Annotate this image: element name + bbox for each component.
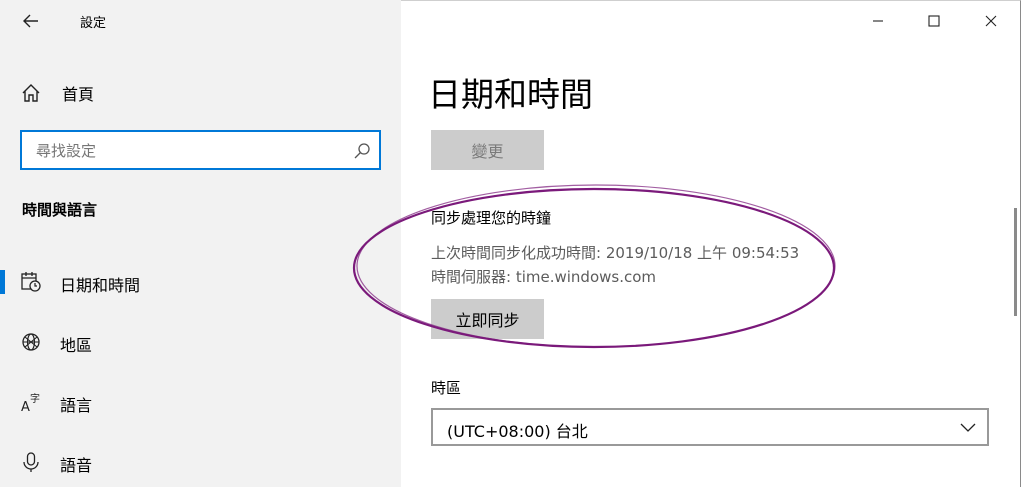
page-title: 日期和時間 [428, 75, 593, 114]
svg-text:字: 字 [30, 392, 40, 405]
sidebar: 設定 首頁 時間與語言 日期和時間 地區 A [0, 0, 401, 487]
timezone-label: 時區 [431, 379, 462, 397]
sidebar-item-label: 語言 [60, 396, 93, 415]
sidebar-item-label: 首頁 [62, 85, 95, 104]
back-button[interactable] [14, 4, 48, 38]
sidebar-item-label: 語音 [60, 456, 93, 475]
last-sync-text: 上次時間同步化成功時間: 2019/10/18 上午 09:54:53 [431, 244, 800, 262]
sidebar-item-speech[interactable]: 語音 [0, 440, 401, 484]
chevron-down-icon [960, 423, 976, 432]
minimize-button[interactable] [855, 0, 901, 42]
search-box[interactable] [20, 130, 381, 170]
maximize-button[interactable] [911, 0, 957, 42]
microphone-icon [23, 452, 39, 472]
app-title: 設定 [80, 16, 107, 31]
timezone-selected-value: (UTC+08:00) 台北 [447, 422, 588, 441]
sidebar-item-label: 日期和時間 [60, 276, 141, 295]
back-arrow-icon [23, 14, 38, 28]
change-button[interactable]: 變更 [431, 130, 544, 170]
calendar-clock-icon [21, 272, 41, 292]
close-button[interactable] [968, 0, 1014, 42]
close-icon [985, 15, 997, 27]
timezone-dropdown[interactable]: (UTC+08:00) 台北 [431, 408, 989, 446]
sidebar-item-home[interactable]: 首頁 [20, 78, 94, 108]
sync-clock-heading: 同步處理您的時鐘 [431, 209, 552, 227]
sidebar-item-date-time[interactable]: 日期和時間 [0, 260, 401, 304]
scrollbar[interactable] [1014, 208, 1017, 316]
svg-text:A: A [21, 400, 30, 413]
language-icon: A 字 [21, 392, 40, 413]
home-icon [22, 84, 40, 102]
maximize-icon [928, 15, 940, 27]
section-title: 時間與語言 [22, 201, 98, 219]
sidebar-item-region[interactable]: 地區 [0, 320, 401, 364]
globe-icon [22, 333, 40, 351]
search-input[interactable] [34, 132, 338, 170]
sidebar-item-label: 地區 [60, 336, 93, 355]
time-server-text: 時間伺服器: time.windows.com [431, 268, 657, 286]
search-icon[interactable] [353, 142, 371, 160]
sync-now-button[interactable]: 立即同步 [431, 299, 544, 339]
minimize-icon [873, 20, 883, 22]
sidebar-item-language[interactable]: A 字 語言 [0, 380, 401, 424]
selected-indicator [0, 270, 5, 294]
